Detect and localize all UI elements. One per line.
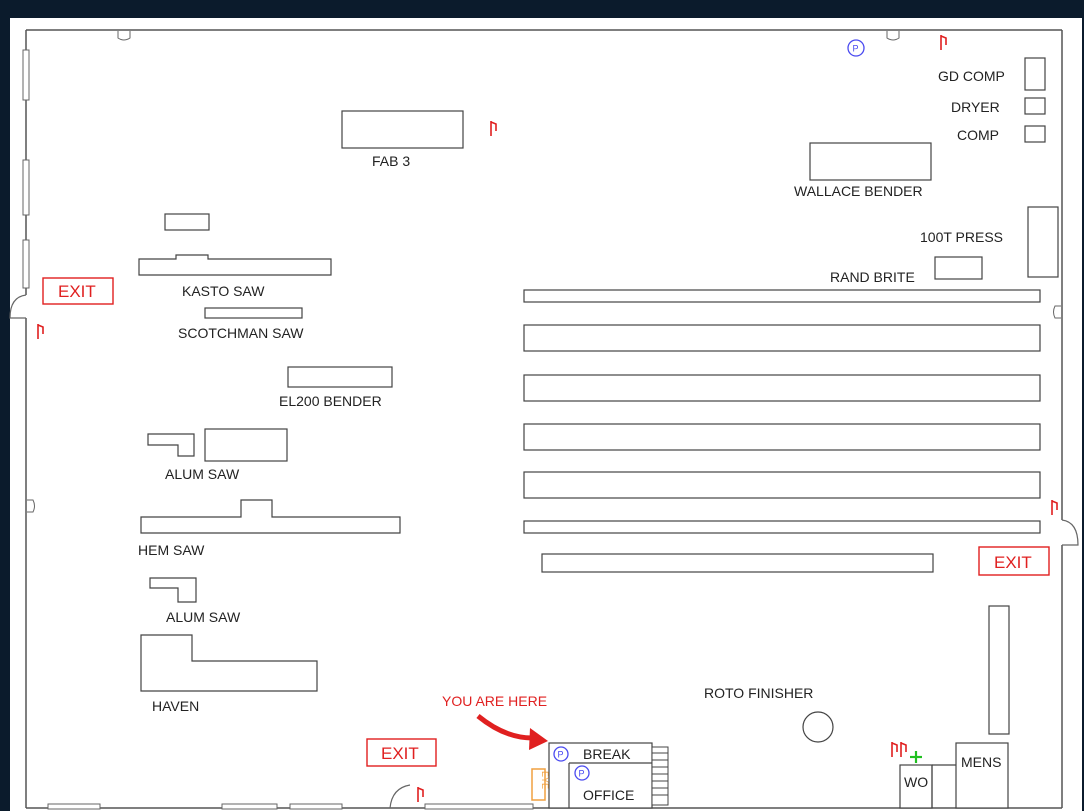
wallace-bender-machine (809, 142, 932, 181)
wo-label: WO (904, 774, 928, 790)
press-100t-label: 100T PRESS (920, 229, 1003, 245)
scotchman-saw-machine (204, 307, 303, 319)
mens-room (955, 742, 1009, 809)
bench-3 (523, 374, 1041, 402)
dryer-label: DRYER (951, 99, 1000, 115)
vertical-rack (988, 605, 1010, 735)
bench-2 (523, 324, 1041, 352)
fab3-label: FAB 3 (372, 153, 410, 169)
kasto-small-box (164, 213, 210, 231)
gd-comp-box (1024, 57, 1046, 91)
exit-label-bottom: EXIT (381, 744, 419, 763)
exit-label-left: EXIT (58, 282, 96, 301)
rand-brite-machine (934, 256, 983, 280)
kasto-saw-label: KASTO SAW (182, 283, 265, 299)
bench-4 (523, 423, 1041, 451)
wallace-bender-label: WALLACE BENDER (794, 183, 923, 199)
el200-bender-machine (287, 366, 393, 388)
roto-finisher-label: ROTO FINISHER (704, 685, 813, 701)
fab3-machine (341, 110, 464, 149)
dryer-box (1024, 97, 1046, 115)
comp-label: COMP (957, 127, 999, 143)
eye-label: EYE (540, 771, 550, 789)
stairs (651, 746, 669, 806)
haven-label: HAVEN (152, 698, 199, 714)
break-label: BREAK (583, 746, 631, 762)
press-100t-machine (1027, 206, 1059, 278)
you-are-here-label: YOU ARE HERE (442, 693, 547, 709)
alum-saw-1-machine (204, 428, 288, 462)
floor-plan: GD COMP DRYER COMP FAB 3 WALLACE BENDER … (9, 18, 1082, 811)
scotchman-saw-label: SCOTCHMAN SAW (178, 325, 304, 341)
bench-5 (523, 471, 1041, 499)
parking-marker-label: P (558, 750, 564, 760)
hem-saw-label: HEM SAW (138, 542, 205, 558)
work-benches (523, 289, 1041, 573)
office-label: OFFICE (583, 787, 634, 803)
parking-marker-label: P (853, 44, 859, 54)
alum-saw-2-label: ALUM SAW (166, 609, 241, 625)
comp-box (1024, 125, 1046, 143)
rand-brite-label: RAND BRITE (830, 269, 915, 285)
exit-label-right: EXIT (994, 553, 1032, 572)
alum-saw-1-label: ALUM SAW (165, 466, 240, 482)
bench-7 (541, 553, 934, 573)
mens-label: MENS (961, 754, 1001, 770)
el200-bender-label: EL200 BENDER (279, 393, 382, 409)
bench-6 (523, 520, 1041, 534)
parking-marker-label: P (579, 769, 585, 779)
gd-comp-label: GD COMP (938, 68, 1005, 84)
roto-finisher-machine (802, 711, 834, 743)
bench-1 (523, 289, 1041, 303)
